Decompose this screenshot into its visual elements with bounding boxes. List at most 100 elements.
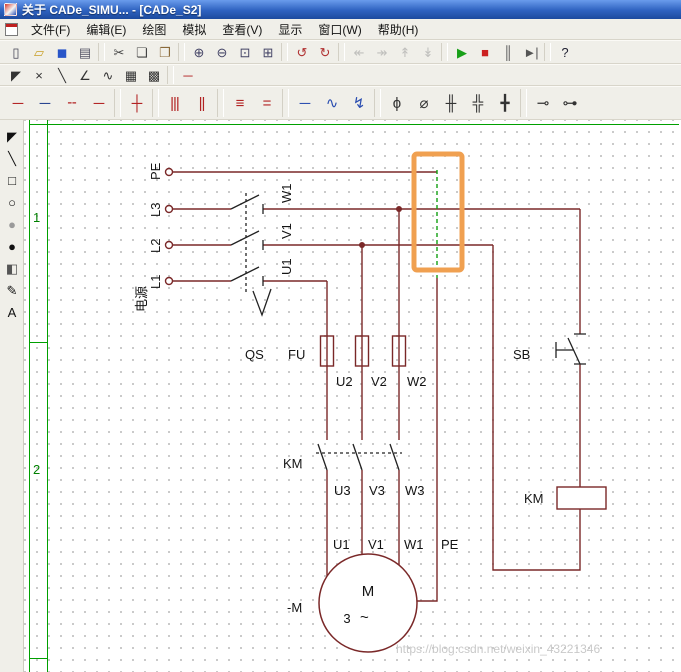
contact-three-tool[interactable]: ╬ (464, 89, 491, 117)
separator (441, 43, 448, 61)
menu-help[interactable]: 帮助(H) (370, 19, 427, 40)
sim-tool-3-button[interactable]: ↟ (393, 42, 416, 62)
snap-tool[interactable]: ▩ (142, 65, 165, 85)
tool-icon: A (7, 305, 17, 320)
zoom-fit-button[interactable]: ⊞ (256, 42, 279, 62)
blue-wire-tool[interactable]: ─ (291, 89, 318, 117)
circle-tool[interactable]: ○ (2, 193, 22, 212)
undo-button[interactable]: ↺ (290, 42, 313, 62)
menu-view[interactable]: 查看(V) (214, 19, 270, 40)
zoom-in-button[interactable]: ⊕ (187, 42, 210, 62)
tool-icon: ⊸ (536, 94, 550, 112)
save-button[interactable]: ◼ (50, 42, 73, 62)
menu-simulate[interactable]: 模拟 (174, 19, 214, 40)
menu-edit[interactable]: 编辑(E) (78, 19, 134, 40)
step-button[interactable]: ►| (519, 42, 542, 62)
select-tool[interactable]: ◤ (2, 127, 22, 146)
pen-tool[interactable]: ✎ (2, 281, 22, 300)
label-sb: SB (513, 347, 530, 362)
terminal-pe[interactable] (164, 167, 174, 177)
label-fu: FU (288, 347, 305, 362)
km-contacts[interactable] (316, 443, 402, 471)
neutral-wire-tool[interactable]: ─ (31, 89, 58, 117)
cut-button[interactable]: ✂ (107, 42, 130, 62)
qs-switch[interactable] (230, 193, 272, 317)
label-pe-motor: PE (441, 537, 459, 552)
tool-icon: ↯ (352, 94, 366, 112)
fill-tool[interactable]: ◧ (2, 259, 22, 278)
erase-tool[interactable]: × (27, 65, 50, 85)
tool-icon: ■ (481, 44, 489, 60)
km-coil[interactable] (556, 486, 607, 510)
print-button[interactable]: ▤ (73, 42, 96, 62)
sb-terminal-ticks (574, 333, 586, 365)
run-button[interactable]: ▶ (450, 42, 473, 62)
motor-circle[interactable] (318, 553, 418, 653)
power-wire-tool[interactable]: ─ (4, 89, 31, 117)
tool-icon: ─ (183, 67, 192, 83)
zoom-out-button[interactable]: ⊖ (210, 42, 233, 62)
bus-three-tool[interactable]: ≡ (226, 89, 253, 117)
label-km-coil: KM (524, 491, 544, 506)
text-tool[interactable]: A (2, 303, 22, 322)
contact-two-tool[interactable]: ╫ (437, 89, 464, 117)
menu-window[interactable]: 窗口(W) (310, 19, 369, 40)
motor[interactable]: M 3 ~ (318, 553, 418, 653)
pole-one-tool[interactable]: ϕ (383, 89, 410, 117)
drawing-canvas[interactable]: 1 2 M 3 ~ PE L3 L2 L1 电源 W1 V1 U1 QS FU … (24, 120, 681, 672)
sim-tool-4-button[interactable]: ↡ (416, 42, 439, 62)
dashed-wire-tool[interactable]: ╌ (58, 89, 85, 117)
wire-pe-to-motor[interactable] (417, 278, 438, 602)
tool-icon: ❏ (136, 44, 148, 60)
document-window-icon[interactable] (5, 22, 18, 36)
grid-tool[interactable]: ▦ (119, 65, 142, 85)
pointer-tool[interactable]: ◤ (4, 65, 27, 85)
angle-line-tool[interactable]: ∠ (73, 65, 96, 85)
curve-tool[interactable]: ∿ (96, 65, 119, 85)
contact-four-tool[interactable]: ╋ (491, 89, 518, 117)
terminal-right-tool[interactable]: ⊶ (556, 89, 583, 117)
tool-icon: ∿ (325, 94, 339, 112)
separator (114, 89, 121, 117)
filled-circle-tool[interactable]: ● (2, 237, 22, 256)
three-phase-tool[interactable]: ||| (161, 89, 188, 117)
control-wire-tool[interactable]: ─ (85, 89, 112, 117)
stop-button[interactable]: ■ (473, 42, 496, 62)
terminal-l3[interactable] (164, 204, 174, 214)
new-button[interactable]: ▯ (4, 42, 27, 62)
label-l3: L3 (148, 203, 163, 217)
zoom-window-button[interactable]: ⊡ (233, 42, 256, 62)
help-button[interactable]: ? (553, 42, 576, 62)
tool-icon: ↻ (319, 44, 331, 60)
rectangle-tool[interactable]: □ (2, 171, 22, 190)
bus-two-tool[interactable]: = (253, 89, 280, 117)
sim-tool-1-button[interactable]: ↞ (347, 42, 370, 62)
menu-display[interactable]: 显示 (270, 19, 310, 40)
wire-junction-tool[interactable]: ┼ (123, 89, 150, 117)
two-phase-tool[interactable]: || (188, 89, 215, 117)
pause-button[interactable]: ║ (496, 42, 519, 62)
menu-draw[interactable]: 绘图 (134, 19, 174, 40)
line-shape-tool[interactable]: ╲ (2, 149, 22, 168)
terminal-left-tool[interactable]: ⊸ (529, 89, 556, 117)
open-button[interactable]: ▱ (27, 42, 50, 62)
redo-button[interactable]: ↻ (313, 42, 336, 62)
power-terminals[interactable] (164, 167, 174, 286)
ellipse-tool[interactable]: ● (2, 215, 22, 234)
terminal-l1[interactable] (164, 276, 174, 286)
wire-coil-return[interactable] (492, 245, 581, 571)
terminal-l2[interactable] (164, 240, 174, 250)
flex-wire-tool[interactable]: ∿ (318, 89, 345, 117)
copy-button[interactable]: ❏ (130, 42, 153, 62)
pole-two-tool[interactable]: ⌀ (410, 89, 437, 117)
arrow-wire-tool[interactable]: ↯ (345, 89, 372, 117)
tool-icon: ┼ (131, 94, 143, 112)
wire-tool[interactable]: ─ (176, 65, 199, 85)
sim-tool-2-button[interactable]: ↠ (370, 42, 393, 62)
circuit-diagram: M 3 ~ PE L3 L2 L1 电源 W1 V1 U1 QS FU U2 V… (134, 151, 607, 653)
menu-file[interactable]: 文件(F) (23, 19, 78, 40)
sb-button[interactable] (555, 333, 586, 365)
line-tool[interactable]: ╲ (50, 65, 73, 85)
fuses[interactable] (319, 335, 407, 367)
paste-button[interactable]: ❐ (153, 42, 176, 62)
